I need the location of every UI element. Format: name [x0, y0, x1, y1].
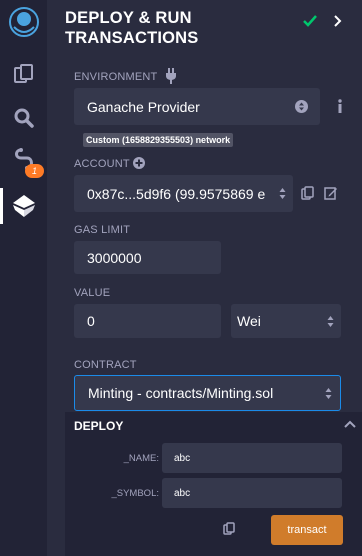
name-param-input[interactable]: abc [162, 443, 342, 473]
copy-icon[interactable] [301, 186, 314, 200]
value-unit: Wei [237, 313, 261, 329]
sort-icon [295, 100, 308, 113]
panel-title: DEPLOY & RUN TRANSACTIONS [65, 9, 199, 47]
gas-limit-input[interactable]: 3000000 [74, 241, 221, 274]
deploy-run-icon[interactable] [0, 184, 47, 228]
sort-icon [325, 387, 332, 400]
symbol-param-label: _SYMBOL: [111, 488, 159, 499]
plug-icon [165, 68, 177, 84]
network-tooltip: Custom (1658829355503) network [83, 133, 234, 147]
sort-icon [327, 315, 334, 328]
compiler-badge: 1 [25, 164, 44, 178]
copy-icon[interactable] [223, 522, 235, 535]
value-amount: 0 [87, 313, 95, 329]
symbol-param-input[interactable]: abc [162, 478, 342, 508]
chevron-right-icon[interactable] [334, 15, 342, 27]
remix-logo-icon[interactable] [0, 0, 47, 44]
file-explorer-icon[interactable] [0, 52, 47, 96]
gas-limit-value: 3000000 [87, 249, 142, 266]
icon-rail: 1 [0, 0, 47, 556]
environment-select[interactable]: Ganache Provider [74, 88, 320, 125]
search-icon[interactable] [0, 96, 47, 140]
edit-icon[interactable] [324, 186, 338, 200]
environment-label: ENVIRONMENT [74, 71, 158, 83]
name-param-label: _NAME: [123, 453, 159, 464]
symbol-param-value: abc [174, 487, 191, 499]
gas-limit-label: GAS LIMIT [74, 224, 131, 236]
account-select[interactable]: 0x87c...5d9f6 (99.9575869 e [74, 175, 293, 212]
transact-button[interactable]: transact [271, 515, 343, 545]
name-param-value: abc [174, 452, 191, 464]
sort-icon [279, 187, 286, 200]
environment-value: Ganache Provider [87, 98, 200, 115]
contract-select[interactable]: Minting - contracts/Minting.sol [74, 375, 341, 411]
account-value: 0x87c...5d9f6 (99.9575869 e [87, 185, 266, 202]
value-unit-select[interactable]: Wei [231, 304, 341, 338]
account-label: ACCOUNT [74, 158, 130, 170]
deploy-title: DEPLOY [74, 419, 124, 433]
contract-value: Minting - contracts/Minting.sol [88, 385, 274, 401]
check-icon [303, 15, 317, 27]
contract-label: CONTRACT [74, 359, 137, 371]
value-input[interactable]: 0 [74, 304, 221, 338]
info-icon[interactable] [337, 99, 343, 113]
plus-circle-icon[interactable] [133, 157, 145, 169]
value-label: VALUE [74, 287, 111, 299]
chevron-up-icon[interactable] [344, 420, 356, 428]
